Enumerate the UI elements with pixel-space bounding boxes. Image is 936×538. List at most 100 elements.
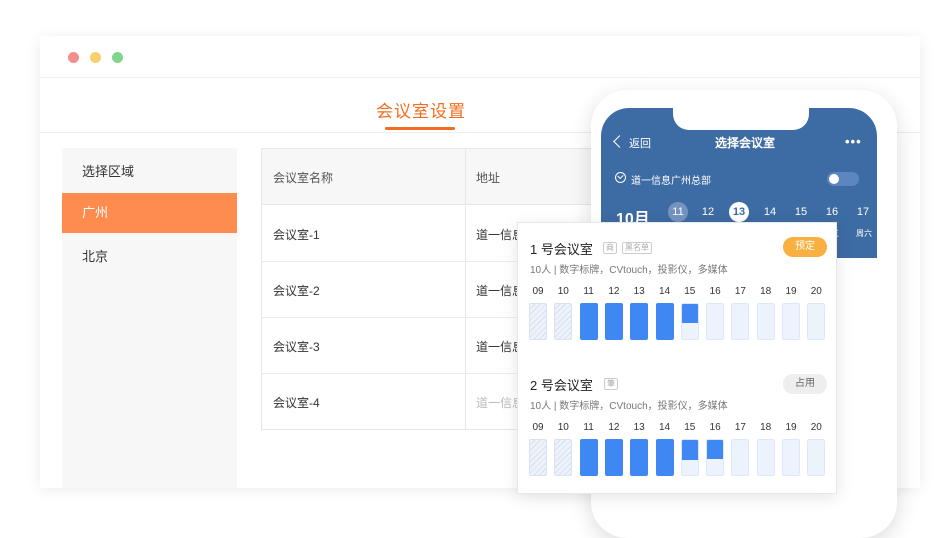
calendar-day[interactable]: 17 (853, 202, 873, 222)
room-description: 10人 | 数字标牌，CVtouch，投影仪，多媒体 (530, 265, 728, 276)
sidebar-item-guangzhou[interactable]: 广州 (62, 193, 237, 233)
time-slot-past (529, 439, 547, 476)
column-divider (465, 262, 466, 317)
time-slot-full[interactable] (579, 303, 598, 340)
close-window-dot[interactable] (68, 52, 79, 63)
hour-label: 17 (734, 422, 746, 433)
back-button[interactable]: 返回 (629, 135, 651, 151)
hour-label: 12 (608, 286, 620, 297)
region-sidebar: 选择区域 广州 北京 (62, 148, 237, 488)
time-slot-free[interactable] (706, 303, 725, 340)
location-toggle[interactable] (827, 172, 859, 186)
time-slot-full[interactable] (630, 303, 649, 340)
hour-label: 11 (583, 422, 594, 433)
time-slot-free[interactable] (756, 439, 775, 476)
hour-label: 20 (810, 422, 822, 433)
hour-label: 17 (734, 286, 746, 297)
toggle-knob (829, 174, 839, 184)
time-slot-free[interactable] (807, 439, 826, 476)
weekday-label: 周六 (856, 229, 872, 238)
hour-label: 19 (785, 422, 797, 433)
hour-label: 11 (583, 286, 594, 297)
hour-label: 20 (810, 286, 822, 297)
time-slot-full[interactable] (655, 439, 674, 476)
room-tag: 商 (603, 242, 617, 254)
room-tag: 筆 (604, 378, 618, 390)
time-slot-free[interactable] (756, 303, 775, 340)
minimize-window-dot[interactable] (90, 52, 101, 63)
calendar-day-selected[interactable]: 13 (729, 202, 749, 222)
window-titlebar (40, 36, 920, 78)
hour-label: 10 (557, 422, 569, 433)
calendar-day[interactable]: 14 (760, 202, 780, 222)
phone-title: 选择会议室 (715, 136, 776, 150)
time-slot-full[interactable] (655, 303, 674, 340)
time-slot-past (554, 303, 573, 340)
time-slot-full[interactable] (604, 439, 623, 476)
slot-booked-fill (707, 440, 724, 459)
calendar-day[interactable]: 15 (791, 202, 811, 222)
more-icon[interactable]: ••• (845, 134, 862, 149)
slot-booked-fill (681, 440, 698, 460)
hour-label: 19 (785, 286, 797, 297)
hour-label: 15 (684, 286, 696, 297)
calendar-day[interactable]: 11 (668, 202, 688, 222)
hour-label: 18 (760, 422, 772, 433)
room-name-cell: 会议室-3 (273, 340, 320, 354)
chevron-left-icon[interactable] (613, 135, 626, 148)
phone-notch (673, 108, 809, 130)
hour-label: 16 (709, 422, 721, 433)
room-description: 10人 | 数字标牌，CVtouch，投影仪，多媒体 (530, 401, 728, 412)
hour-label: 13 (633, 422, 645, 433)
calendar-day[interactable]: 12 (698, 202, 718, 222)
column-divider (465, 318, 466, 373)
promo-composition: 会议室设置 选择区域 广州 北京 会议室名称 地址 会议室-1 道一信息 会议室… (0, 0, 936, 538)
column-divider (465, 149, 466, 204)
time-slot-free[interactable] (807, 303, 826, 340)
hour-label: 14 (658, 422, 671, 433)
hour-label: 16 (709, 286, 721, 297)
hour-label: 09 (532, 286, 544, 297)
hour-label: 12 (608, 422, 620, 433)
hour-label: 13 (633, 286, 645, 297)
time-slot-half[interactable] (706, 439, 725, 476)
column-header-name: 会议室名称 (273, 171, 334, 185)
room-name-cell: 会议室-2 (273, 284, 320, 298)
time-slot-free[interactable] (782, 439, 800, 476)
time-slot-full[interactable] (630, 439, 649, 476)
slot-booked-fill (681, 304, 698, 323)
time-slot-free[interactable] (731, 303, 750, 340)
time-slot-most[interactable] (680, 439, 699, 476)
time-slot-full[interactable] (604, 303, 623, 340)
calendar-day[interactable]: 16 (822, 202, 842, 222)
room-booking-card: 1 号会议室 商 黑名单 10人 | 数字标牌，CVtouch，投影仪，多媒体 … (517, 222, 837, 494)
room-title: 2 号会议室 (530, 378, 593, 393)
sidebar-heading: 选择区域 (82, 164, 135, 179)
room-name-cell: 会议室-1 (273, 228, 320, 242)
hour-label: 14 (658, 286, 671, 297)
book-button[interactable]: 预定 (783, 237, 827, 257)
time-slot-past (529, 303, 547, 340)
time-slot-full[interactable] (579, 439, 598, 476)
check-circle-icon (615, 172, 626, 183)
hour-label: 18 (760, 286, 772, 297)
time-slot-half[interactable] (680, 303, 699, 340)
hour-label: 10 (557, 286, 569, 297)
time-slot-free[interactable] (731, 439, 750, 476)
hour-label: 09 (532, 422, 544, 433)
column-divider (465, 374, 466, 430)
room-tag: 黑名单 (622, 242, 652, 254)
title-underline (385, 127, 455, 130)
room-name-cell: 会议室-4 (273, 396, 320, 410)
location-label[interactable]: 道一信息广州总部 (631, 172, 711, 187)
room-title: 1 号会议室 (530, 242, 593, 257)
sidebar-item-beijing[interactable]: 北京 (62, 237, 237, 277)
hour-label: 15 (684, 422, 696, 433)
time-slot-past (554, 439, 573, 476)
column-header-address: 地址 (476, 171, 501, 185)
time-slot-free[interactable] (782, 303, 800, 340)
column-divider (465, 206, 466, 261)
occupied-button[interactable]: 占用 (783, 374, 827, 394)
page-title: 会议室设置 (376, 102, 466, 121)
maximize-window-dot[interactable] (112, 52, 123, 63)
